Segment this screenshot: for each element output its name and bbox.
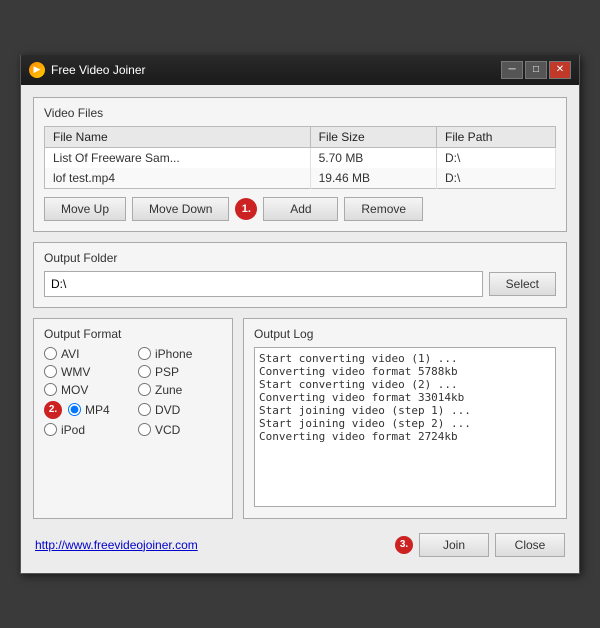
file-name-cell: List Of Freeware Sam... [45,147,311,168]
window-title: Free Video Joiner [51,63,146,77]
close-button[interactable]: Close [495,533,565,557]
main-content: Video Files File Name File Size File Pat… [21,85,579,573]
mp4-label: MP4 [85,403,110,417]
step2-badge: 2. [44,401,62,419]
dvd-label: DVD [155,403,180,417]
select-button[interactable]: Select [489,272,556,296]
file-buttons-row: Move Up Move Down 1. Add Remove [44,197,556,221]
website-link[interactable]: http://www.freevideojoiner.com [35,538,198,552]
footer: http://www.freevideojoiner.com 3. Join C… [33,529,567,561]
minimize-button[interactable]: ─ [501,61,523,79]
footer-buttons: 3. Join Close [395,533,565,557]
vcd-label: VCD [155,423,180,437]
file-path-cell: D:\ [437,168,556,189]
file-size-cell: 19.46 MB [310,168,436,189]
psp-label: PSP [155,365,179,379]
app-icon: ▶ [29,62,45,78]
zune-radio[interactable] [138,383,151,396]
main-window: ▶ Free Video Joiner ─ □ ✕ Video Files Fi… [20,55,580,574]
psp-radio[interactable] [138,365,151,378]
file-size-cell: 5.70 MB [310,147,436,168]
bottom-area: Output Format AVI iPhone WMV [33,318,567,519]
wmv-radio[interactable] [44,365,57,378]
wmv-label: WMV [61,365,90,379]
output-folder-group: Output Folder Select [33,242,567,308]
iphone-label: iPhone [155,347,192,361]
dvd-radio[interactable] [138,403,151,416]
avi-radio[interactable] [44,347,57,360]
format-mp4: 2. MP4 [44,401,128,419]
format-dvd: DVD [138,401,222,419]
title-bar: ▶ Free Video Joiner ─ □ ✕ [21,55,579,85]
table-row[interactable]: lof test.mp4 19.46 MB D:\ [45,168,556,189]
join-button[interactable]: Join [419,533,489,557]
output-folder-label: Output Folder [44,251,556,265]
format-iphone: iPhone [138,347,222,361]
zune-label: Zune [155,383,182,397]
vcd-radio[interactable] [138,423,151,436]
format-ipod: iPod [44,423,128,437]
video-files-label: Video Files [44,106,556,120]
output-log-label: Output Log [254,327,556,341]
output-format-label: Output Format [44,327,222,341]
ipod-label: iPod [61,423,85,437]
window-close-button[interactable]: ✕ [549,61,571,79]
title-bar-left: ▶ Free Video Joiner [29,62,146,78]
format-psp: PSP [138,365,222,379]
table-row[interactable]: List Of Freeware Sam... 5.70 MB D:\ [45,147,556,168]
move-up-button[interactable]: Move Up [44,197,126,221]
title-bar-controls: ─ □ ✕ [501,61,571,79]
remove-button[interactable]: Remove [344,197,423,221]
format-grid: AVI iPhone WMV PSP [44,347,222,437]
step3-badge: 3. [395,536,413,554]
col-filename: File Name [45,126,311,147]
mov-label: MOV [61,383,88,397]
file-table: File Name File Size File Path List Of Fr… [44,126,556,189]
format-mov: MOV [44,383,128,397]
ipod-radio[interactable] [44,423,57,436]
output-format-box: Output Format AVI iPhone WMV [33,318,233,519]
format-zune: Zune [138,383,222,397]
iphone-radio[interactable] [138,347,151,360]
output-folder-input[interactable] [44,271,483,297]
output-log-box: Output Log Start converting video (1) ..… [243,318,567,519]
video-files-group: Video Files File Name File Size File Pat… [33,97,567,232]
add-button[interactable]: Add [263,197,338,221]
file-path-cell: D:\ [437,147,556,168]
step1-badge: 1. [235,198,257,220]
maximize-button[interactable]: □ [525,61,547,79]
file-name-cell: lof test.mp4 [45,168,311,189]
format-vcd: VCD [138,423,222,437]
move-down-button[interactable]: Move Down [132,197,229,221]
mov-radio[interactable] [44,383,57,396]
col-filepath: File Path [437,126,556,147]
avi-label: AVI [61,347,79,361]
col-filesize: File Size [310,126,436,147]
format-avi: AVI [44,347,128,361]
output-log-textarea[interactable]: Start converting video (1) ... Convertin… [254,347,556,507]
mp4-radio[interactable] [68,403,81,416]
output-folder-row: Select [44,271,556,297]
format-wmv: WMV [44,365,128,379]
